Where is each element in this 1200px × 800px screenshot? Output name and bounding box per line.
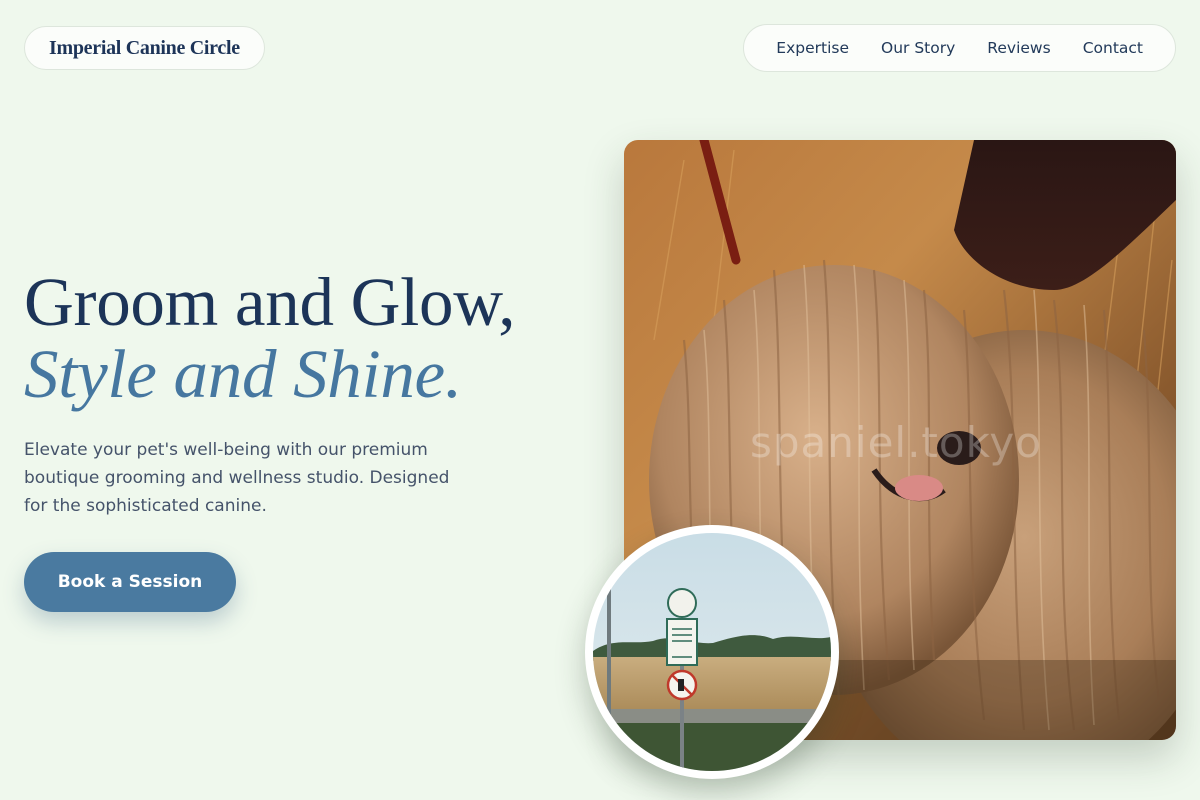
book-session-label: Book a Session [57,572,203,592]
nav-link-reviews[interactable]: Reviews [971,39,1066,57]
nav-link-contact[interactable]: Contact [1067,39,1159,57]
book-session-button[interactable]: Book a Session [24,552,236,612]
photo-watermark: spaniel.tokyo [750,418,1042,467]
park-sign-photo [585,525,839,779]
headline-line-1: Groom and Glow, [24,264,516,340]
hero-description: Elevate your pet's well-being with our p… [24,440,450,516]
headline-line-2: Style and Shine. [24,336,462,412]
nav-link-our-story[interactable]: Our Story [865,39,971,57]
hero-headline: Groom and Glow, Style and Shine. [24,264,516,412]
brand-name: Imperial Canine Circle [49,36,240,59]
brand-logo[interactable]: Imperial Canine Circle [24,26,265,70]
nav-link-expertise[interactable]: Expertise [760,39,865,57]
main-nav: Expertise Our Story Reviews Contact [743,24,1176,72]
